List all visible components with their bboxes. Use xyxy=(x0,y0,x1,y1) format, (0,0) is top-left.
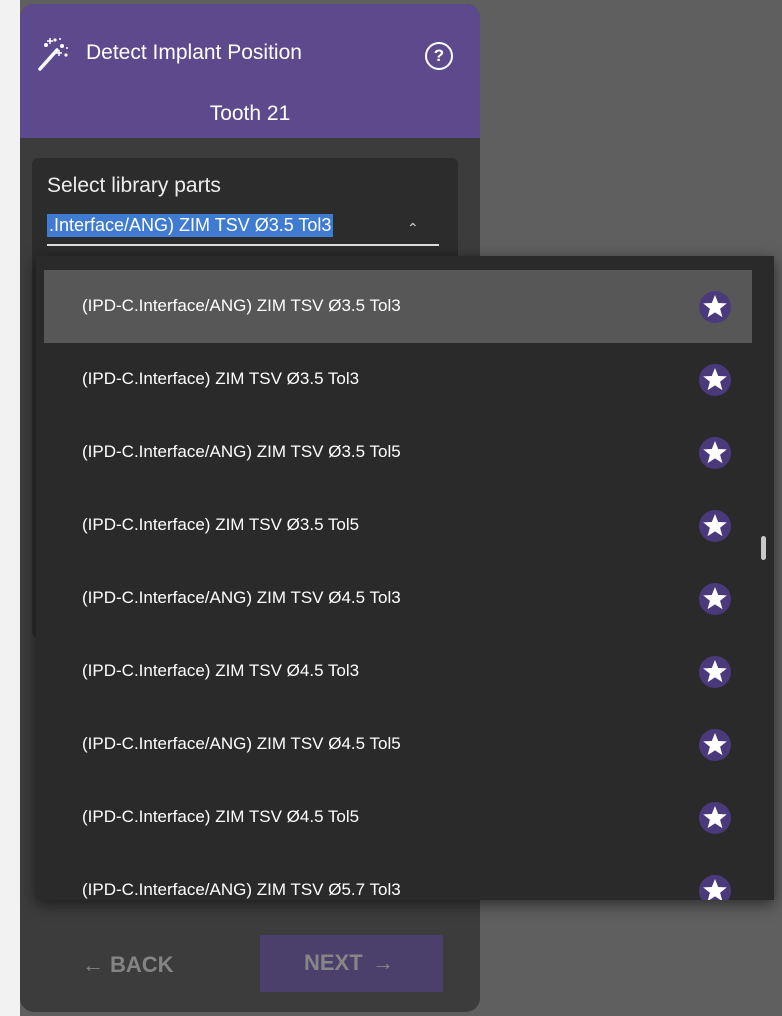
dropdown-scrollbar[interactable] xyxy=(761,536,766,560)
panel-header: Detect Implant Position ? Tooth 21 xyxy=(20,4,480,138)
next-button[interactable]: NEXT → xyxy=(260,935,443,992)
star-icon[interactable] xyxy=(698,728,732,762)
desktop-edge xyxy=(0,0,20,1016)
star-icon[interactable] xyxy=(698,874,732,900)
dropdown-item[interactable]: (IPD-C.Interface) ZIM TSV Ø3.5 Tol3 xyxy=(44,343,752,416)
dropdown-item[interactable]: (IPD-C.Interface/ANG) ZIM TSV Ø4.5 Tol5 xyxy=(44,708,752,781)
library-parts-select-value: .Interface/ANG) ZIM TSV Ø3.5 Tol3 xyxy=(47,214,334,237)
select-library-parts-label: Select library parts xyxy=(47,174,221,197)
tooth-label: Tooth 21 xyxy=(209,102,291,125)
arrow-left-icon: ← xyxy=(82,952,104,977)
dropdown-item-label: (IPD-C.Interface/ANG) ZIM TSV Ø4.5 Tol5 xyxy=(82,734,401,753)
help-icon[interactable]: ? xyxy=(425,42,453,70)
next-button-label: NEXT xyxy=(304,950,363,975)
star-icon[interactable] xyxy=(698,801,732,835)
dropdown-item-label: (IPD-C.Interface) ZIM TSV Ø4.5 Tol5 xyxy=(82,807,360,826)
back-button-label: BACK xyxy=(110,952,174,977)
dropdown-item[interactable]: (IPD-C.Interface) ZIM TSV Ø4.5 Tol5 xyxy=(44,781,752,854)
dropdown-item-label: (IPD-C.Interface/ANG) ZIM TSV Ø3.5 Tol5 xyxy=(82,442,401,461)
library-parts-select[interactable]: .Interface/ANG) ZIM TSV Ø3.5 Tol3 ⌃ xyxy=(47,210,439,246)
star-icon[interactable] xyxy=(698,436,732,470)
star-icon[interactable] xyxy=(698,363,732,397)
library-parts-dropdown: (IPD-C.Interface/ANG) ZIM TSV Ø3.5 Tol3 … xyxy=(36,256,774,900)
dropdown-item[interactable]: (IPD-C.Interface/ANG) ZIM TSV Ø3.5 Tol3 xyxy=(44,270,752,343)
dropdown-item[interactable]: (IPD-C.Interface) ZIM TSV Ø3.5 Tol5 xyxy=(44,489,752,562)
star-icon[interactable] xyxy=(698,655,732,689)
panel-title: Detect Implant Position xyxy=(86,41,302,64)
dropdown-item-label: (IPD-C.Interface/ANG) ZIM TSV Ø3.5 Tol3 xyxy=(82,296,401,315)
arrow-right-icon: → xyxy=(372,950,394,975)
dropdown-list: (IPD-C.Interface/ANG) ZIM TSV Ø3.5 Tol3 … xyxy=(44,270,752,900)
back-button[interactable]: ← BACK xyxy=(60,936,210,996)
dropdown-item-label: (IPD-C.Interface/ANG) ZIM TSV Ø5.7 Tol3 xyxy=(82,880,401,899)
chevron-up-icon[interactable]: ⌃ xyxy=(407,220,419,237)
star-icon[interactable] xyxy=(698,290,732,324)
dropdown-item-label: (IPD-C.Interface) ZIM TSV Ø3.5 Tol3 xyxy=(82,369,360,388)
dropdown-item-label: (IPD-C.Interface) ZIM TSV Ø4.5 Tol3 xyxy=(82,661,360,680)
magic-wand-icon xyxy=(38,38,68,71)
star-icon[interactable] xyxy=(698,582,732,616)
dropdown-item-label: (IPD-C.Interface) ZIM TSV Ø3.5 Tol5 xyxy=(82,515,360,534)
dropdown-item[interactable]: (IPD-C.Interface) ZIM TSV Ø4.5 Tol3 xyxy=(44,635,752,708)
dropdown-item[interactable]: (IPD-C.Interface/ANG) ZIM TSV Ø5.7 Tol3 xyxy=(44,854,752,900)
dropdown-item[interactable]: (IPD-C.Interface/ANG) ZIM TSV Ø4.5 Tol3 xyxy=(44,562,752,635)
star-icon[interactable] xyxy=(698,509,732,543)
dropdown-item[interactable]: (IPD-C.Interface/ANG) ZIM TSV Ø3.5 Tol5 xyxy=(44,416,752,489)
dropdown-item-label: (IPD-C.Interface/ANG) ZIM TSV Ø4.5 Tol3 xyxy=(82,588,401,607)
